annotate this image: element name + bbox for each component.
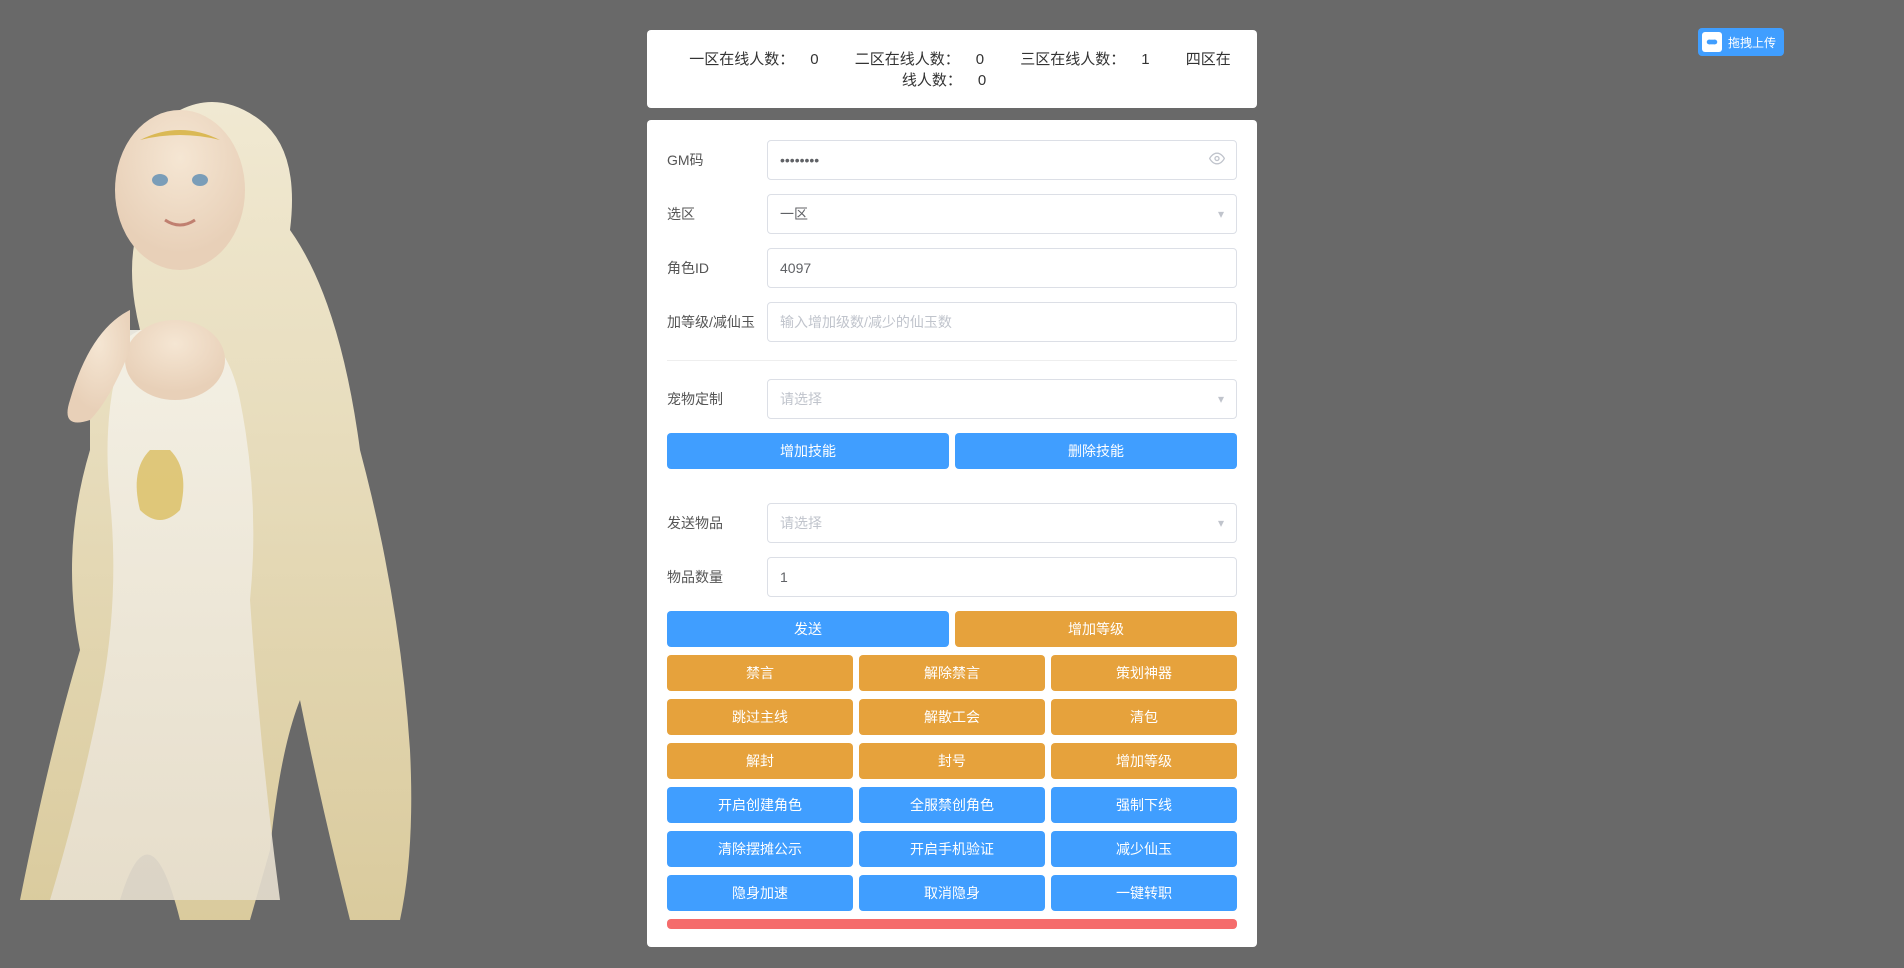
pet-select[interactable]: 请选择 ▾ [767,379,1237,419]
dissolve-guild-button[interactable]: 解散工会 [859,699,1045,735]
send-button[interactable]: 发送 [667,611,949,647]
chevron-down-icon: ▾ [1218,207,1224,221]
one-click-job-button[interactable]: 一键转职 [1051,875,1237,911]
online-count-header: 一区在线人数：0 二区在线人数：0 三区在线人数：1 四区在线人数：0 [647,30,1257,108]
danger-button[interactable] [667,919,1237,929]
reduce-jade-button[interactable]: 减少仙玉 [1051,831,1237,867]
zone-select[interactable]: 一区 ▾ [767,194,1237,234]
upload-icon [1702,32,1722,52]
add-level2-button[interactable]: 增加等级 [1051,743,1237,779]
delete-skill-button[interactable]: 删除技能 [955,433,1237,469]
clear-stall-button[interactable]: 清除摆摊公示 [667,831,853,867]
disable-create-button[interactable]: 全服禁创角色 [859,787,1045,823]
plan-artifact-button[interactable]: 策划神器 [1051,655,1237,691]
clear-bag-button[interactable]: 清包 [1051,699,1237,735]
role-id-label: 角色ID [667,258,767,278]
level-label: 加等级/减仙玉 [667,312,767,332]
unmute-button[interactable]: 解除禁言 [859,655,1045,691]
chevron-down-icon: ▾ [1218,516,1224,530]
chevron-down-icon: ▾ [1218,392,1224,406]
divider [667,360,1237,361]
item-count-label: 物品数量 [667,567,767,587]
add-level-button[interactable]: 增加等级 [955,611,1237,647]
level-input[interactable] [767,302,1237,342]
send-item-select[interactable]: 请选择 ▾ [767,503,1237,543]
gm-code-input[interactable] [767,140,1237,180]
mute-button[interactable]: 禁言 [667,655,853,691]
force-offline-button[interactable]: 强制下线 [1051,787,1237,823]
stealth-speed-button[interactable]: 隐身加速 [667,875,853,911]
role-id-input[interactable] [767,248,1237,288]
send-item-label: 发送物品 [667,513,767,533]
item-count-input[interactable] [767,557,1237,597]
unban-button[interactable]: 解封 [667,743,853,779]
pet-label: 宠物定制 [667,389,767,409]
admin-form-card: GM码 选区 一区 ▾ 角色ID 加等级/减 [647,120,1257,947]
ban-button[interactable]: 封号 [859,743,1045,779]
cancel-stealth-button[interactable]: 取消隐身 [859,875,1045,911]
skip-main-button[interactable]: 跳过主线 [667,699,853,735]
enable-phone-button[interactable]: 开启手机验证 [859,831,1045,867]
drag-upload-widget[interactable]: 拖拽上传 [1698,28,1784,56]
enable-create-button[interactable]: 开启创建角色 [667,787,853,823]
background-character-image [0,50,420,950]
eye-icon[interactable] [1209,151,1225,170]
upload-label: 拖拽上传 [1728,34,1776,51]
zone-label: 选区 [667,204,767,224]
add-skill-button[interactable]: 增加技能 [667,433,949,469]
gm-code-label: GM码 [667,150,767,170]
